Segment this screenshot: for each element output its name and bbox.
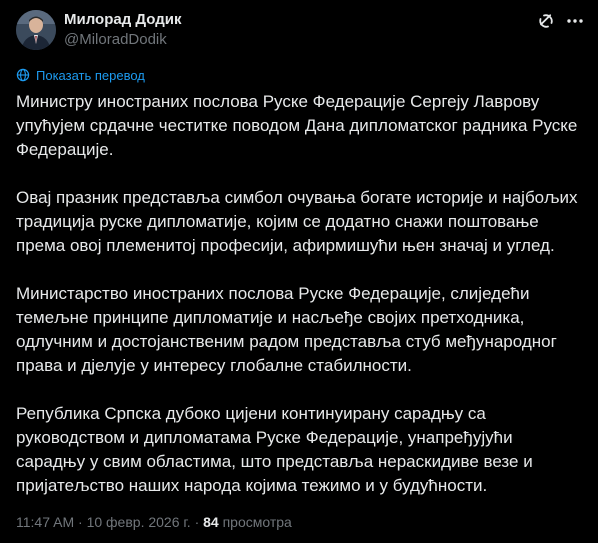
meta-separator: · — [78, 514, 83, 530]
tweet-meta: 11:47 AM · 10 февр. 2026 г. · 84 просмот… — [16, 512, 292, 532]
more-icon — [567, 19, 583, 23]
show-translation-label: Показать перевод — [36, 67, 145, 83]
tweet-paragraph: Овај празник представља симбол очувања б… — [16, 188, 578, 255]
tweet-paragraph: Република Српска дубоко цијени континуир… — [16, 404, 533, 495]
author-handle[interactable]: @MiloradDodik — [64, 30, 167, 50]
tweet-time[interactable]: 11:47 AM — [16, 514, 74, 530]
grok-icon — [539, 14, 553, 28]
views-count: 84 — [203, 514, 219, 530]
grok-button[interactable] — [536, 11, 556, 31]
tweet: Милорад Додик @MiloradDodik Показать пер… — [0, 0, 598, 543]
avatar-image — [16, 10, 56, 50]
tweet-paragraph: Министру иностраних послова Руске Федера… — [16, 92, 578, 159]
tweet-date[interactable]: 10 февр. 2026 г. — [87, 514, 191, 530]
author-name[interactable]: Милорад Додик — [64, 10, 182, 30]
tweet-text: Министру иностраних послова Руске Федера… — [16, 90, 582, 522]
meta-separator: · — [194, 514, 200, 530]
avatar[interactable] — [16, 10, 56, 50]
views-label: просмотра — [222, 514, 292, 530]
tweet-paragraph: Министарство иностраних послова Руске Фе… — [16, 284, 557, 375]
globe-icon — [16, 68, 30, 82]
more-button[interactable] — [564, 10, 586, 32]
show-translation-link[interactable]: Показать перевод — [16, 66, 145, 84]
